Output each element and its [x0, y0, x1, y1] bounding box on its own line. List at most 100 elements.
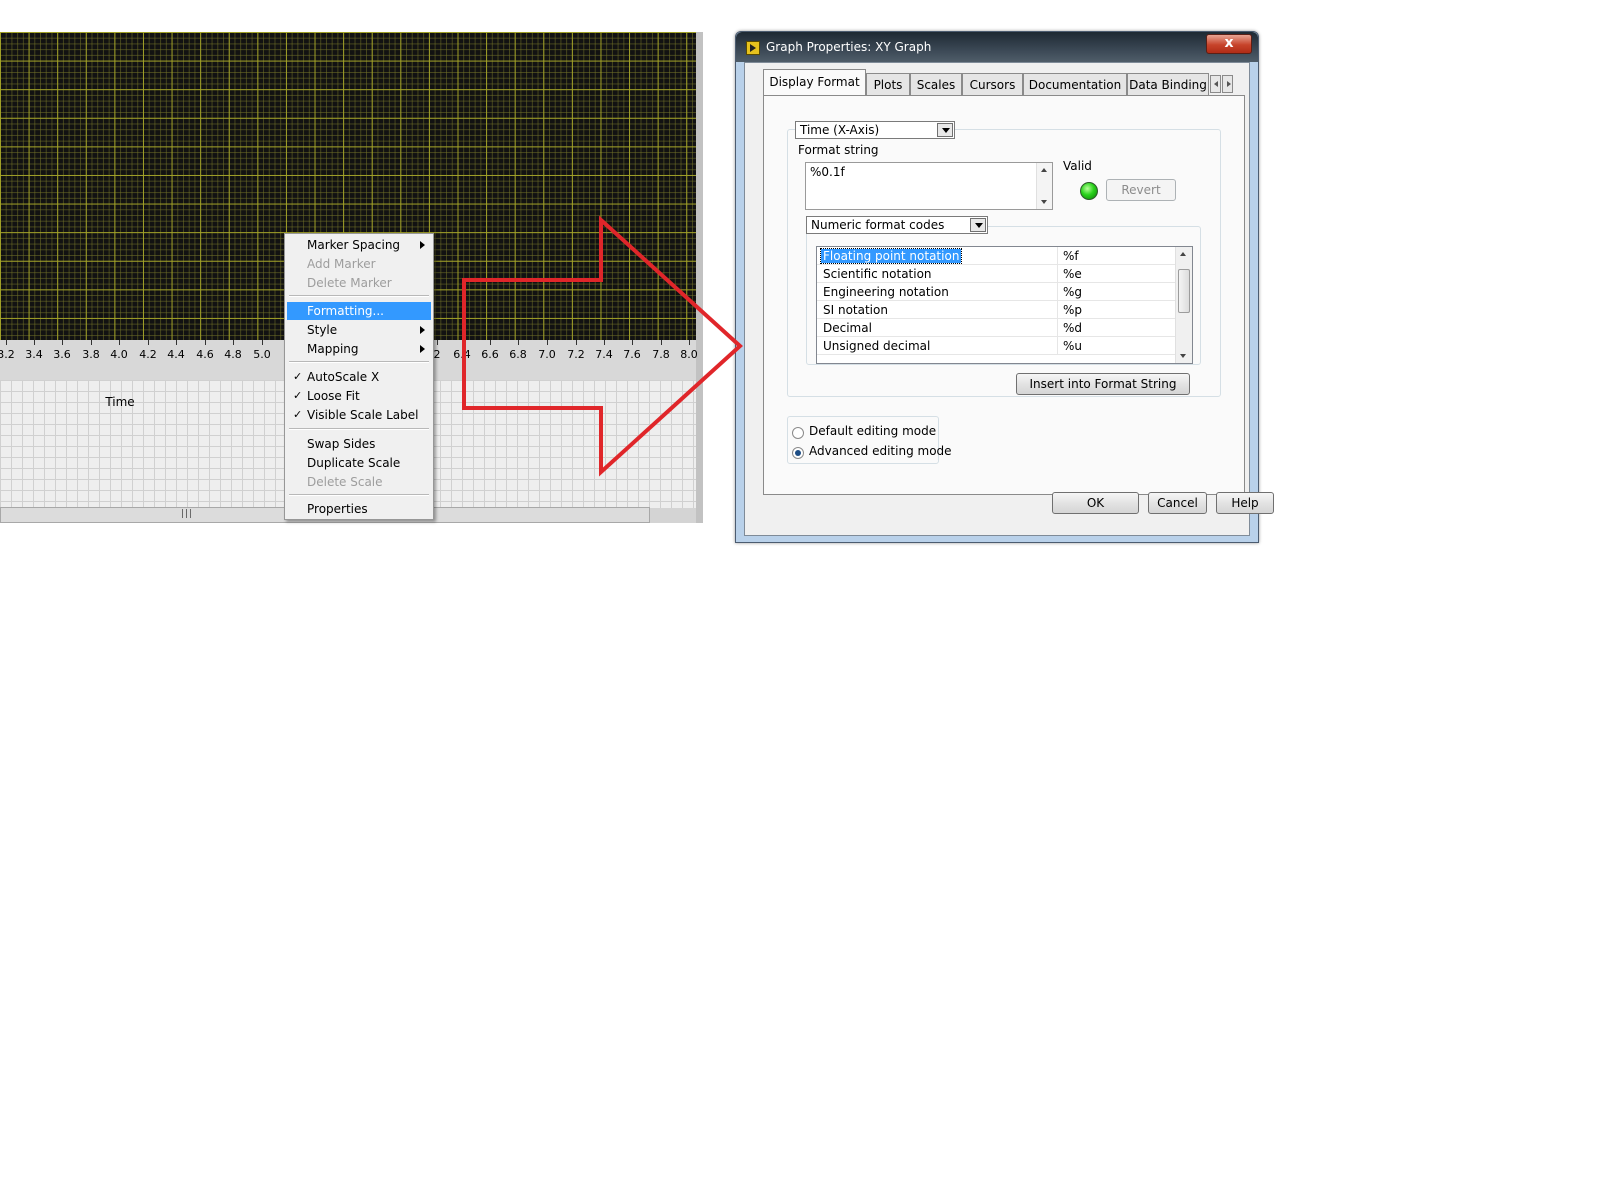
x-axis-tick	[176, 340, 177, 345]
x-axis-tick	[661, 340, 662, 345]
check-icon: ✓	[293, 370, 303, 383]
help-button[interactable]: Help	[1216, 492, 1274, 514]
menu-item-swap-sides[interactable]: Swap Sides	[287, 435, 431, 453]
submenu-arrow-icon	[420, 345, 425, 353]
scroll-down-icon[interactable]	[1180, 354, 1186, 358]
list-item[interactable]: Decimal %d	[817, 319, 1176, 337]
revert-button[interactable]: Revert	[1106, 179, 1176, 201]
close-icon: x	[1224, 35, 1234, 51]
code-name: Engineering notation	[823, 285, 949, 299]
menu-item-visible-scale-label[interactable]: ✓ Visible Scale Label	[287, 406, 431, 424]
column-divider	[1057, 283, 1058, 300]
code-name: Scientific notation	[823, 267, 932, 281]
list-item[interactable]: SI notation %p	[817, 301, 1176, 319]
list-item[interactable]: Floating point notation %f	[817, 247, 1176, 265]
menu-item-marker-spacing[interactable]: Marker Spacing	[287, 236, 431, 254]
help-button-label: Help	[1231, 496, 1259, 510]
format-codes-scrollbar[interactable]	[1175, 247, 1192, 363]
menu-separator	[289, 494, 429, 496]
tab-label: Data Binding	[1129, 78, 1207, 92]
tab-plots[interactable]: Plots	[866, 73, 910, 95]
scroll-up-icon[interactable]	[1180, 252, 1186, 256]
ok-button[interactable]: OK	[1052, 492, 1139, 514]
scroll-thumb[interactable]	[1178, 269, 1190, 313]
menu-item-delete-scale[interactable]: Delete Scale	[287, 473, 431, 491]
advanced-editing-mode-label[interactable]: Advanced editing mode	[809, 444, 952, 458]
tab-scales[interactable]: Scales	[910, 73, 962, 95]
menu-item-loose-fit[interactable]: ✓ Loose Fit	[287, 387, 431, 405]
menu-item-mapping[interactable]: Mapping	[287, 340, 431, 358]
insert-button-label: Insert into Format String	[1029, 377, 1177, 391]
check-icon: ✓	[293, 408, 303, 421]
dialog-titlebar[interactable]: Graph Properties: XY Graph x	[736, 32, 1258, 62]
format-string-label: Format string	[798, 143, 879, 157]
tick-label-4.2: 4.2	[139, 348, 157, 361]
dialog-title: Graph Properties: XY Graph	[766, 40, 932, 54]
graph-frame-edge	[696, 32, 703, 523]
code-value: %p	[1063, 303, 1083, 317]
tick-label-6.8: 6.8	[509, 348, 527, 361]
insert-into-format-string-button[interactable]: Insert into Format String	[1016, 373, 1190, 395]
code-value: %d	[1063, 321, 1083, 335]
close-button[interactable]: x	[1206, 34, 1252, 54]
column-divider	[1057, 265, 1058, 282]
menu-item-autoscale-x[interactable]: ✓ AutoScale X	[287, 368, 431, 386]
check-icon: ✓	[293, 389, 303, 402]
tick-label-6.6: 6.6	[481, 348, 499, 361]
list-item[interactable]: Scientific notation %e	[817, 265, 1176, 283]
menu-separator	[289, 295, 429, 297]
menu-item-label: Add Marker	[307, 257, 376, 271]
format-codes-list[interactable]: Floating point notation %f Scientific no…	[816, 246, 1193, 364]
list-item[interactable]: Engineering notation %g	[817, 283, 1176, 301]
tick-label-7.0: 7.0	[538, 348, 556, 361]
tab-scroll-right-icon[interactable]	[1222, 75, 1233, 93]
tab-cursors[interactable]: Cursors	[962, 73, 1023, 95]
tick-label-3.2: 3.2	[0, 348, 15, 361]
tick-label-7.4: 7.4	[595, 348, 613, 361]
tab-documentation[interactable]: Documentation	[1023, 73, 1127, 95]
menu-item-style[interactable]: Style	[287, 321, 431, 339]
format-string-scrollbar[interactable]	[1036, 163, 1052, 209]
tick-label-3.4: 3.4	[25, 348, 43, 361]
valid-led-indicator	[1080, 182, 1098, 200]
menu-item-delete-marker[interactable]: Delete Marker	[287, 274, 431, 292]
menu-item-label: Visible Scale Label	[307, 408, 419, 422]
menu-item-duplicate-scale[interactable]: Duplicate Scale	[287, 454, 431, 472]
x-axis-tick	[518, 340, 519, 345]
format-codes-select[interactable]: Numeric format codes	[806, 216, 988, 234]
scroll-grip-icon[interactable]: |||	[181, 509, 193, 519]
tab-data-binding[interactable]: Data Binding	[1127, 73, 1209, 95]
default-editing-mode-label[interactable]: Default editing mode	[809, 424, 936, 438]
format-codes-select-value: Numeric format codes	[811, 218, 945, 232]
menu-item-properties[interactable]: Properties	[287, 500, 431, 518]
x-axis-label[interactable]: Time	[105, 395, 134, 409]
x-axis-tick	[205, 340, 206, 345]
tick-label-7.8: 7.8	[652, 348, 670, 361]
scroll-down-icon[interactable]	[1041, 200, 1047, 204]
menu-item-add-marker[interactable]: Add Marker	[287, 255, 431, 273]
column-divider	[1057, 337, 1058, 354]
axis-select[interactable]: Time (X-Axis)	[795, 121, 955, 139]
tab-display-format[interactable]: Display Format	[763, 69, 866, 95]
advanced-editing-mode-radio[interactable]	[792, 447, 804, 459]
scroll-up-icon[interactable]	[1041, 168, 1047, 172]
column-divider	[1057, 301, 1058, 318]
default-editing-mode-radio[interactable]	[792, 427, 804, 439]
column-divider	[1057, 247, 1058, 264]
chevron-down-icon[interactable]	[970, 218, 986, 232]
x-scale-context-menu: Marker Spacing Add Marker Delete Marker …	[284, 233, 434, 520]
submenu-arrow-icon	[420, 241, 425, 249]
list-item[interactable]: Unsigned decimal %u	[817, 337, 1176, 355]
tab-scroll-left-icon[interactable]	[1210, 75, 1221, 93]
revert-button-label: Revert	[1121, 183, 1161, 197]
cancel-button[interactable]: Cancel	[1148, 492, 1207, 514]
chevron-down-icon[interactable]	[937, 123, 953, 137]
tick-label-3.6: 3.6	[53, 348, 71, 361]
column-divider	[1057, 319, 1058, 336]
format-string-input[interactable]: %0.1f	[805, 162, 1053, 210]
x-axis-tick	[119, 340, 120, 345]
menu-item-label: Delete Marker	[307, 276, 392, 290]
menu-item-label: Loose Fit	[307, 389, 360, 403]
code-value: %e	[1063, 267, 1082, 281]
menu-item-formatting[interactable]: Formatting...	[287, 302, 431, 320]
